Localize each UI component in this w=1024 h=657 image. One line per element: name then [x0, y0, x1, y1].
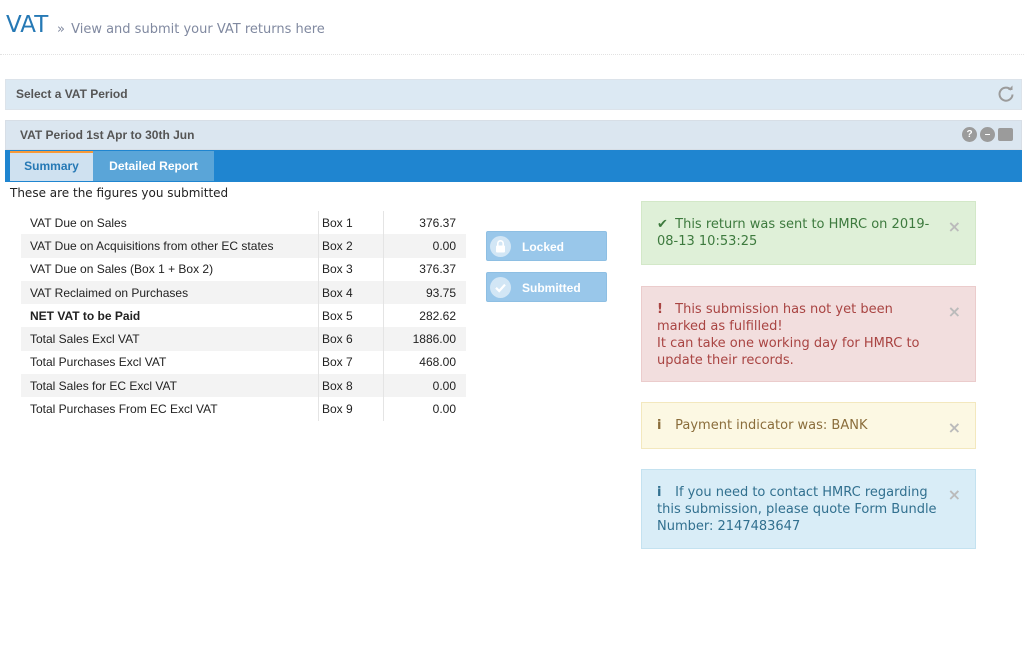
row-box: Box 5: [318, 304, 384, 328]
row-description: VAT Due on Sales: [30, 215, 127, 230]
help-icon[interactable]: ?: [962, 127, 977, 142]
row-value: 468.00: [383, 350, 466, 375]
success-alert-text: This return was sent to HMRC on 2019-08-…: [657, 217, 930, 249]
tab-detailed-report[interactable]: Detailed Report: [93, 151, 214, 181]
table-row: VAT Due on Acquisitions from other EC st…: [21, 234, 466, 258]
table-row: Total Purchases From EC Excl VAT Box 9 0…: [21, 397, 466, 421]
row-description: Total Purchases Excl VAT: [30, 355, 167, 370]
period-tabs: Summary Detailed Report: [5, 150, 1022, 182]
row-box: Box 6: [318, 327, 384, 351]
select-period-title[interactable]: Select a VAT Period: [16, 87, 128, 101]
row-value: 0.00: [383, 234, 466, 258]
close-icon[interactable]: ×: [948, 419, 961, 436]
info-alert: i If you need to contact HMRC regarding …: [641, 469, 976, 549]
locked-button[interactable]: Locked: [486, 231, 607, 261]
row-description: VAT Due on Acquisitions from other EC st…: [21, 234, 319, 258]
summary-intro: These are the figures you submitted: [10, 186, 229, 200]
table-row: Total Sales for EC Excl VAT Box 8 0.00: [21, 374, 466, 398]
row-description: Total Sales Excl VAT: [21, 327, 319, 351]
row-value: 0.00: [383, 397, 466, 421]
submitted-label: Submitted: [522, 281, 581, 295]
warning-alert-text: Payment indicator was: BANK: [675, 418, 868, 433]
row-value: 282.62: [383, 304, 466, 328]
table-row: NET VAT to be Paid Box 5 282.62: [21, 304, 466, 328]
warning-alert: i Payment indicator was: BANK ×: [641, 402, 976, 449]
row-value: 376.37: [383, 257, 466, 281]
vat-summary-table: VAT Due on Sales Box 1 376.37 VAT Due on…: [21, 211, 466, 421]
info-icon: i: [657, 485, 662, 500]
row-description: VAT Reclaimed on Purchases: [21, 280, 319, 305]
page-header: VAT » View and submit your VAT returns h…: [0, 0, 1024, 55]
row-box: Box 7: [318, 350, 384, 375]
table-row: VAT Reclaimed on Purchases Box 4 93.75: [21, 280, 466, 305]
table-row: VAT Due on Sales (Box 1 + Box 2) Box 3 3…: [21, 257, 466, 281]
row-description: Total Purchases From EC Excl VAT: [30, 402, 218, 417]
row-description: Total Sales for EC Excl VAT: [21, 374, 319, 398]
row-value: 1886.00: [383, 327, 466, 351]
select-period-widget[interactable]: Select a VAT Period: [5, 79, 1022, 110]
row-box: Box 3: [318, 257, 384, 281]
danger-alert-line2: It can take one working day for HMRC to …: [657, 336, 920, 368]
print-icon[interactable]: [998, 128, 1013, 141]
danger-alert-line1: This submission has not yet been marked …: [657, 302, 893, 334]
row-box: Box 4: [318, 280, 384, 305]
exclamation-icon: !: [657, 302, 663, 317]
info-icon: i: [657, 418, 662, 433]
table-row: Total Sales Excl VAT Box 6 1886.00: [21, 327, 466, 351]
widget-toolbar: ? –: [962, 127, 1013, 142]
close-icon[interactable]: ×: [948, 218, 961, 235]
vat-period-title: VAT Period 1st Apr to 30th Jun: [20, 128, 195, 142]
row-description: NET VAT to be Paid: [30, 308, 141, 323]
refresh-icon[interactable]: [997, 85, 1015, 103]
vat-period-widget: VAT Period 1st Apr to 30th Jun ? – Summa…: [5, 120, 1022, 182]
table-row: Total Purchases Excl VAT Box 7 468.00: [21, 350, 466, 375]
row-description: VAT Due on Sales (Box 1 + Box 2): [30, 262, 214, 277]
info-alert-text: If you need to contact HMRC regarding th…: [657, 485, 937, 534]
submitted-button[interactable]: Submitted: [486, 272, 607, 302]
vat-period-header: VAT Period 1st Apr to 30th Jun ? –: [5, 120, 1022, 150]
check-circle-icon: [490, 277, 511, 298]
row-box: Box 1: [318, 211, 384, 235]
success-alert: ✔ This return was sent to HMRC on 2019-0…: [641, 201, 976, 265]
row-box: Box 2: [318, 234, 384, 258]
tab-summary[interactable]: Summary: [10, 151, 93, 181]
danger-alert: ! This submission has not yet been marke…: [641, 286, 976, 382]
table-row: VAT Due on Sales Box 1 376.37: [21, 211, 466, 235]
row-value: 0.00: [383, 374, 466, 398]
row-box: Box 9: [318, 397, 384, 421]
subtitle-prefix: »: [57, 22, 65, 37]
page-title: VAT: [6, 12, 49, 38]
close-icon[interactable]: ×: [948, 486, 961, 503]
page-subtitle: » View and submit your VAT returns here: [57, 22, 325, 37]
row-value: 376.37: [383, 211, 466, 235]
lock-icon: [490, 236, 511, 257]
close-icon[interactable]: ×: [948, 303, 961, 320]
collapse-icon[interactable]: –: [980, 127, 995, 142]
row-box: Box 8: [318, 374, 384, 398]
subtitle-text: View and submit your VAT returns here: [71, 22, 325, 37]
row-value: 93.75: [383, 280, 466, 305]
locked-label: Locked: [522, 240, 565, 254]
check-icon: ✔: [657, 217, 668, 232]
